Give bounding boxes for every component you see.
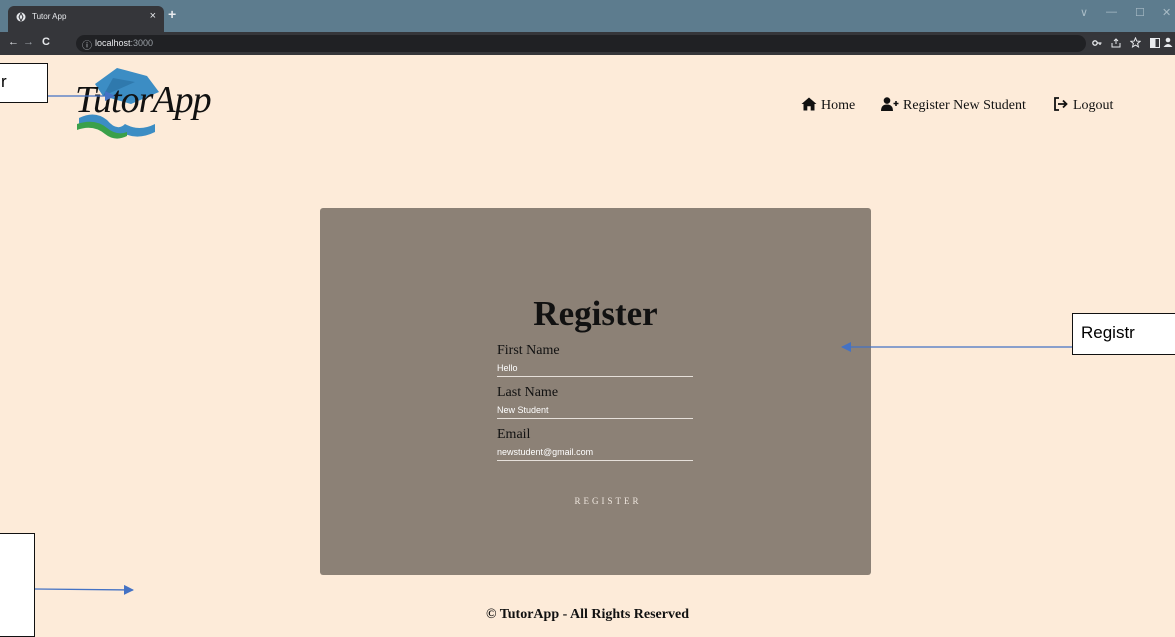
annotation-arrow-footer	[34, 584, 134, 595]
annotation-arrows	[34, 91, 1072, 595]
